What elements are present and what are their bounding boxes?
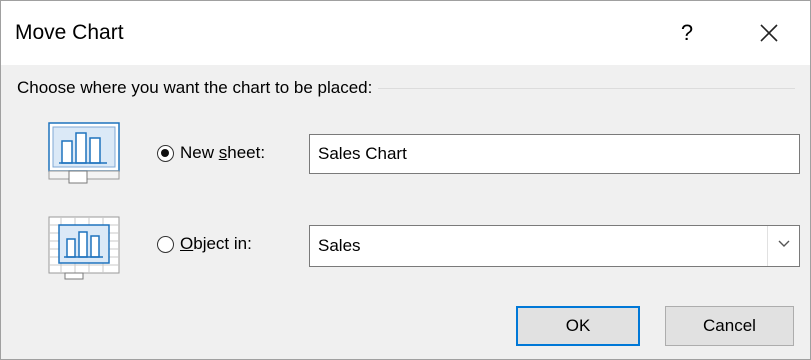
close-button[interactable] [745,13,793,53]
radio-indicator-selected [157,144,174,162]
new-sheet-name-input[interactable] [309,134,800,174]
move-chart-dialog: Move Chart ? Choose where you want the c… [0,0,811,360]
ok-button[interactable]: OK [516,306,640,346]
object-in-radio[interactable]: Object in: [157,234,252,254]
object-in-label: Object in: [180,234,252,253]
close-icon [760,24,778,42]
dialog-title: Move Chart [15,21,124,44]
dropdown-button[interactable] [767,226,799,266]
selected-sheet-value: Sales [318,236,361,255]
radio-indicator [157,235,174,253]
object-in-sheet-select[interactable]: Sales [309,225,800,267]
embedded-chart-icon [47,215,123,281]
help-button[interactable]: ? [667,15,707,51]
cancel-button[interactable]: Cancel [665,306,794,346]
chevron-down-icon [778,240,789,247]
new-sheet-radio[interactable]: New sheet: [157,143,265,163]
title-bar: Move Chart ? [1,1,810,65]
group-label: Choose where you want the chart to be pl… [17,77,379,99]
new-sheet-label: New sheet: [180,143,266,162]
chart-sheet-icon [47,121,123,187]
